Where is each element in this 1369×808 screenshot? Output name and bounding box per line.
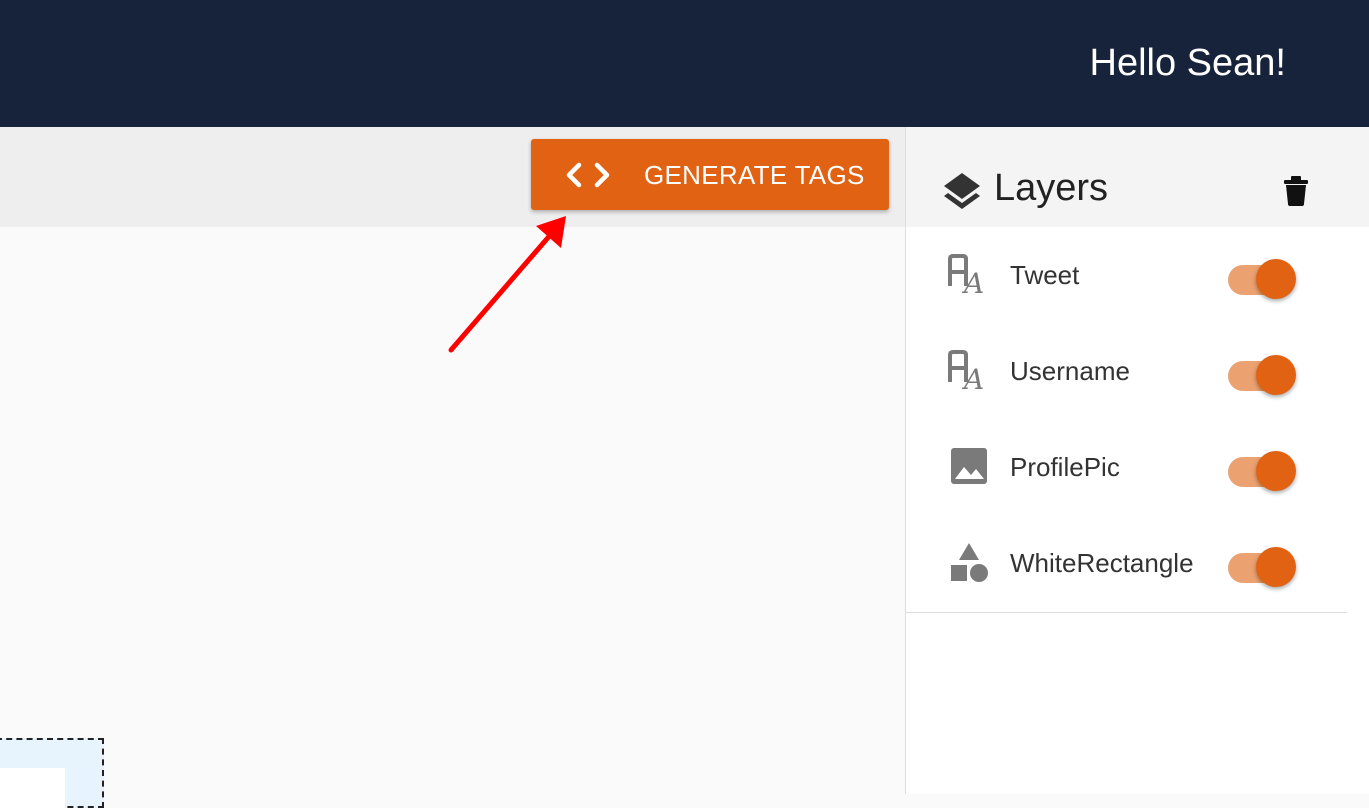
annotation-arrow xyxy=(448,216,566,353)
layers-panel: Layers A Tweet A Username ProfilePic Whi… xyxy=(905,127,1369,794)
visibility-toggle[interactable] xyxy=(1226,443,1296,491)
text-fields-icon: A xyxy=(948,254,984,295)
trash-icon[interactable] xyxy=(1283,176,1309,206)
layers-panel-header: Layers xyxy=(906,127,1369,227)
code-icon xyxy=(566,162,610,188)
layer-name: ProfilePic xyxy=(1010,452,1120,482)
layer-list: A Tweet A Username ProfilePic WhiteRecta… xyxy=(906,227,1347,613)
shapes-icon xyxy=(951,543,988,582)
toggle-thumb xyxy=(1256,355,1296,395)
selected-element-outline[interactable] xyxy=(0,738,104,808)
layer-item-tweet[interactable]: A Tweet xyxy=(906,227,1347,323)
text-fields-icon: A xyxy=(948,350,984,391)
visibility-toggle[interactable] xyxy=(1226,539,1296,587)
layer-name: WhiteRectangle xyxy=(1010,548,1194,578)
layers-icon xyxy=(944,173,980,209)
layer-item-whiterectangle[interactable]: WhiteRectangle xyxy=(906,515,1347,611)
svg-text:A: A xyxy=(961,267,984,295)
image-icon xyxy=(951,448,987,484)
svg-text:A: A xyxy=(961,363,984,391)
user-greeting: Hello Sean! xyxy=(1089,42,1286,84)
toggle-thumb xyxy=(1256,451,1296,491)
generate-tags-label: GENERATE TAGS xyxy=(644,160,865,190)
layer-item-profilepic[interactable]: ProfilePic xyxy=(906,419,1347,515)
layers-title: Layers xyxy=(994,167,1109,209)
layer-name: Tweet xyxy=(1010,260,1080,290)
white-rectangle-element[interactable] xyxy=(0,768,65,808)
top-app-bar: Hello Sean! xyxy=(0,0,1369,127)
layer-name: Username xyxy=(1010,356,1130,386)
layer-item-username[interactable]: A Username xyxy=(906,323,1347,419)
toggle-thumb xyxy=(1256,259,1296,299)
toggle-thumb xyxy=(1256,547,1296,587)
visibility-toggle[interactable] xyxy=(1226,251,1296,299)
visibility-toggle[interactable] xyxy=(1226,347,1296,395)
generate-tags-button[interactable]: GENERATE TAGS xyxy=(531,139,889,210)
